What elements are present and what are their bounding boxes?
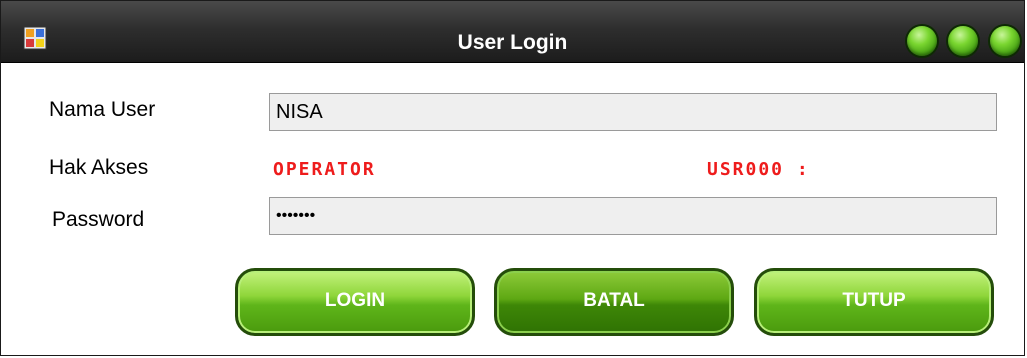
- access-label: Hak Akses: [49, 156, 149, 179]
- username-field[interactable]: [269, 93, 997, 131]
- close-icon[interactable]: [990, 26, 1020, 56]
- username-label: Nama User: [49, 98, 156, 121]
- login-window: User Login Nama User Hak Akses OPERATOR …: [0, 0, 1025, 356]
- access-level-display: OPERATOR: [273, 159, 376, 180]
- cancel-button[interactable]: BATAL: [494, 268, 734, 336]
- minimize-icon[interactable]: [907, 26, 937, 56]
- maximize-icon[interactable]: [948, 26, 978, 56]
- title-bar[interactable]: User Login: [1, 1, 1024, 63]
- user-id-display: USR000 :: [707, 159, 810, 180]
- close-button[interactable]: TUTUP: [754, 268, 994, 336]
- window-title: User Login: [457, 31, 568, 54]
- password-field[interactable]: [269, 197, 997, 235]
- password-label: Password: [52, 208, 145, 231]
- login-button[interactable]: LOGIN: [235, 268, 475, 336]
